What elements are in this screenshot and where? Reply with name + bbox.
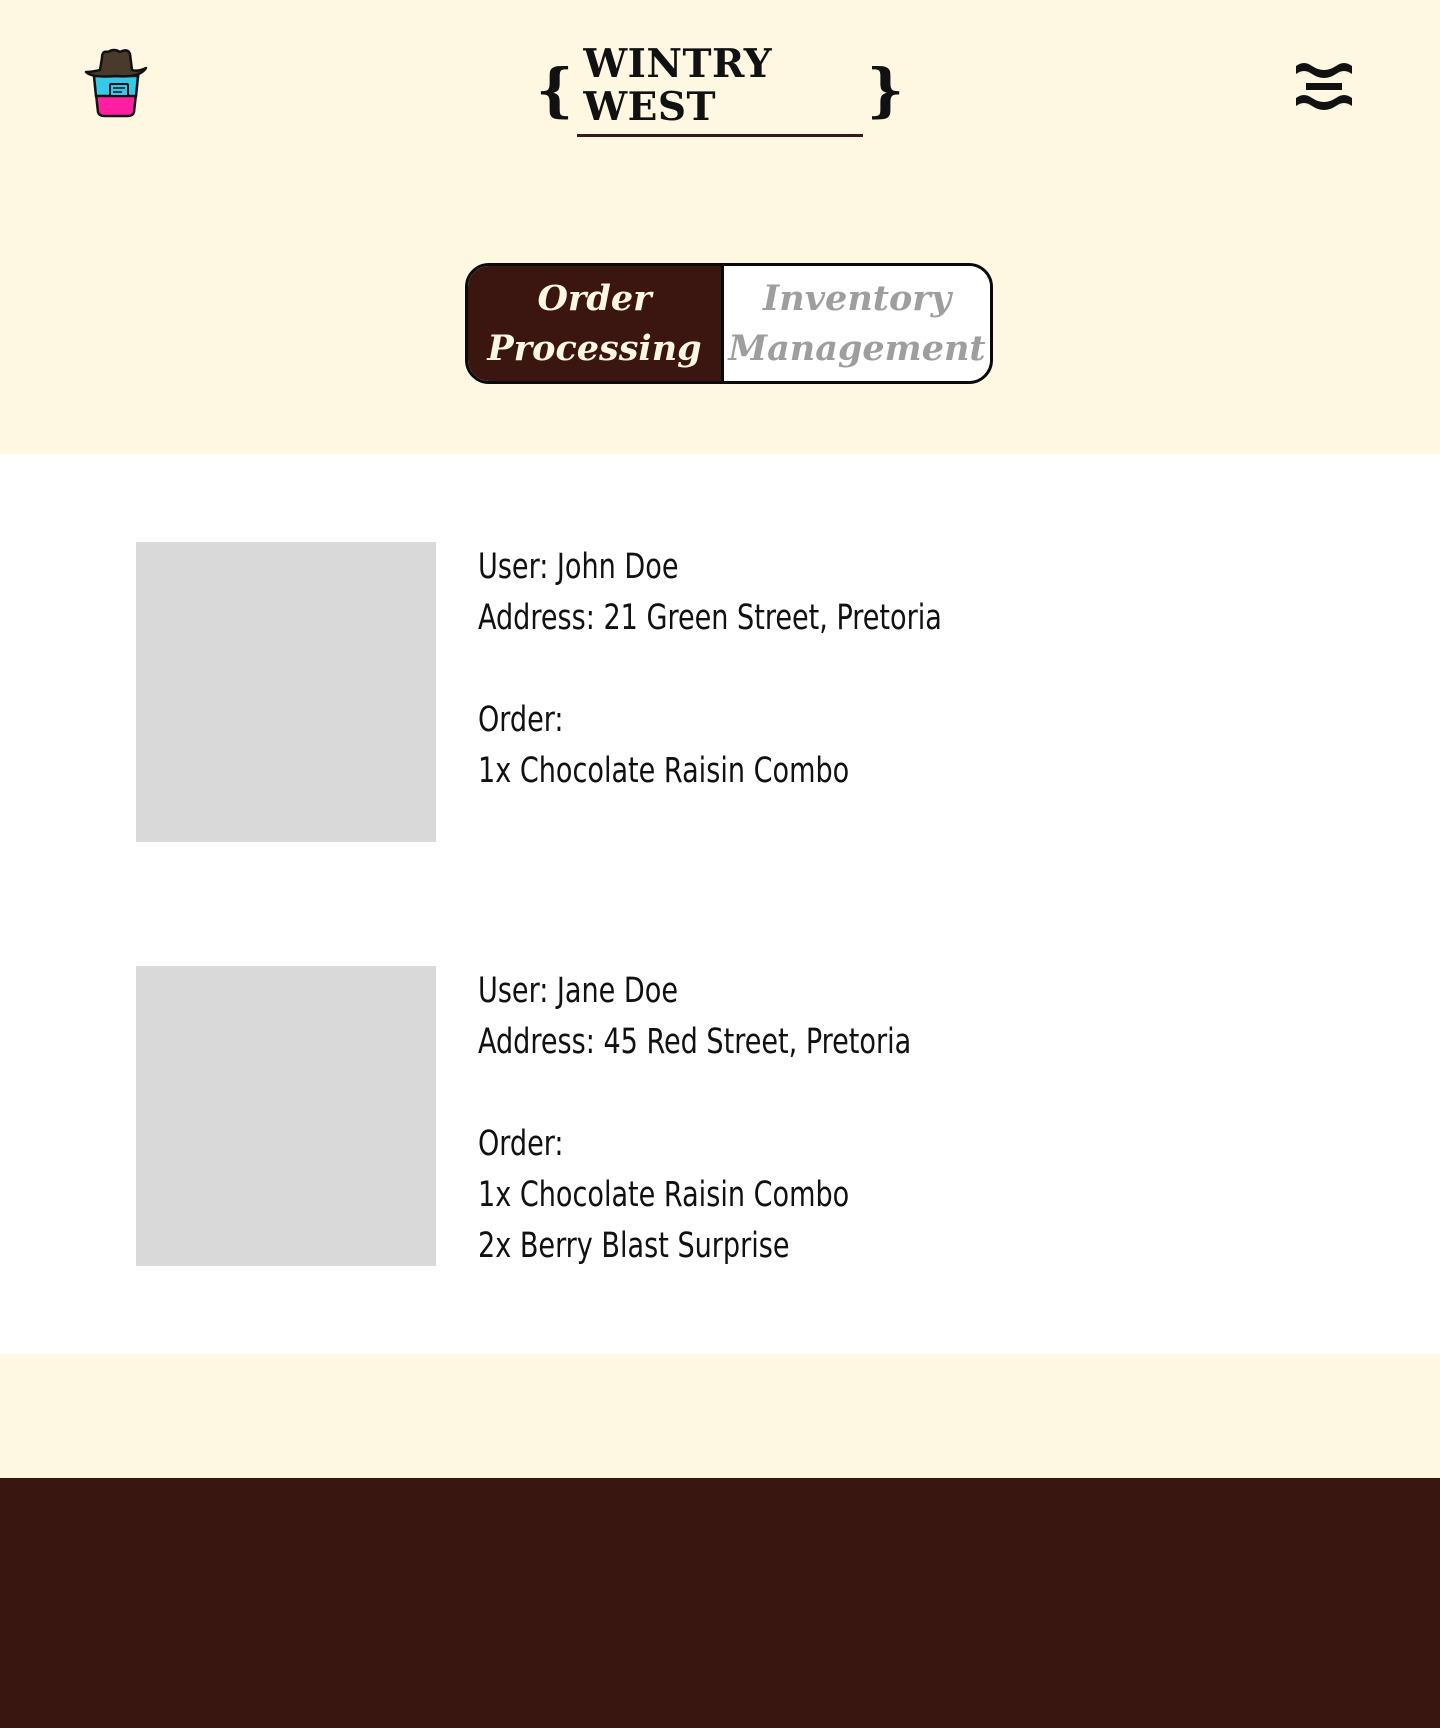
- tab-inventory-management[interactable]: Inventory Management: [724, 266, 990, 381]
- order-details: User: John Doe Address: 21 Green Street,…: [478, 542, 1328, 797]
- cowboy-cup-logo-icon[interactable]: [84, 46, 148, 120]
- order-item: 2x Berry Blast Surprise: [478, 1226, 790, 1266]
- hamburger-menu-icon[interactable]: [1292, 58, 1356, 116]
- brand-title: WINTRY WEST: [577, 42, 863, 138]
- brand-left-brace: {: [536, 56, 574, 124]
- order-item: 1x Chocolate Raisin Combo: [478, 751, 850, 791]
- order-image-placeholder: [136, 966, 436, 1266]
- tab-order-processing[interactable]: Order Processing: [468, 266, 724, 381]
- tab-label-line2: Management: [728, 327, 986, 369]
- order-address: Address: 21 Green Street, Pretoria: [478, 598, 942, 638]
- footer: [0, 1478, 1440, 1728]
- order-details: User: Jane Doe Address: 45 Red Street, P…: [478, 966, 1328, 1272]
- order-item: 1x Chocolate Raisin Combo: [478, 1175, 850, 1215]
- page: { WINTRY WEST } Order Processing Invento…: [0, 0, 1440, 1728]
- view-toggle: Order Processing Inventory Management: [465, 263, 993, 384]
- order-user: User: Jane Doe: [478, 971, 679, 1011]
- header: { WINTRY WEST } Order Processing Invento…: [0, 0, 1440, 454]
- order-address: Address: 45 Red Street, Pretoria: [478, 1022, 912, 1062]
- order-image-placeholder: [136, 542, 436, 842]
- orders-list: User: John Doe Address: 21 Green Street,…: [0, 454, 1440, 1354]
- order-label: Order:: [478, 1124, 564, 1164]
- order-label: Order:: [478, 700, 564, 740]
- order-user: User: John Doe: [478, 547, 679, 587]
- brand-logo[interactable]: { WINTRY WEST }: [536, 42, 904, 138]
- footer-band: [0, 1354, 1440, 1478]
- tab-label-line1: Inventory: [762, 277, 952, 319]
- tab-label-line1: Order: [537, 277, 652, 319]
- brand-right-brace: }: [866, 56, 904, 124]
- tab-label-line2: Processing: [487, 327, 702, 369]
